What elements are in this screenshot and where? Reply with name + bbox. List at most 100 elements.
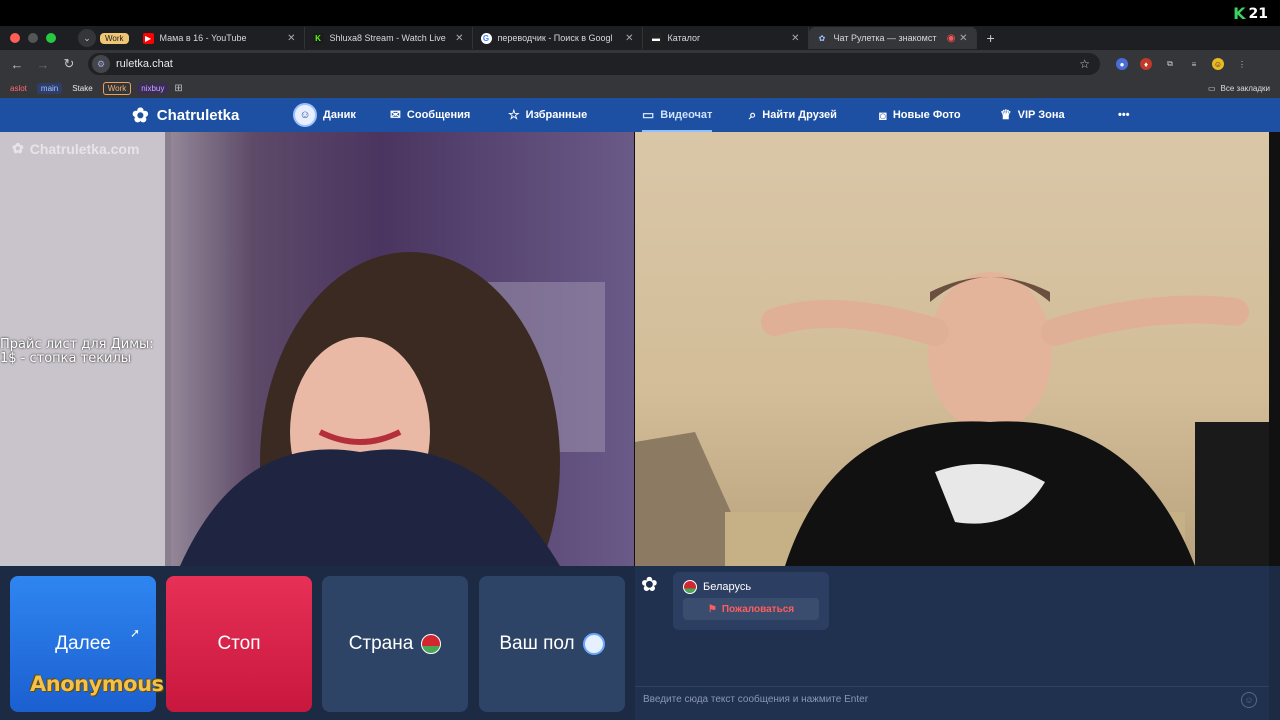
os-k-count: 21 bbox=[1248, 5, 1268, 22]
bookmark-work[interactable]: Work bbox=[102, 81, 132, 95]
video-camera-icon: ▭ bbox=[642, 107, 655, 122]
report-button[interactable]: ⚑ Пожаловаться bbox=[683, 598, 819, 620]
back-arrow-icon[interactable]: ← bbox=[4, 57, 30, 72]
tab-title: Мама в 16 - YouTube bbox=[159, 33, 247, 43]
country-button[interactable]: Страна bbox=[322, 576, 468, 712]
camera-icon: ◙ bbox=[879, 107, 887, 123]
close-icon[interactable]: ✕ bbox=[625, 33, 633, 44]
address-bar[interactable]: ⚙ ruletka.chat ☆ bbox=[88, 53, 1100, 75]
close-icon[interactable]: ✕ bbox=[791, 33, 799, 44]
url-text: ruletka.chat bbox=[116, 58, 173, 70]
google-icon: G bbox=[480, 32, 492, 44]
divider bbox=[635, 686, 1269, 687]
tab-search-chevron-icon[interactable]: ⌄ bbox=[78, 29, 96, 47]
nav-new-photos-label: Новые Фото bbox=[892, 109, 961, 121]
tab-group-label[interactable]: Work bbox=[100, 32, 129, 44]
country-button-label: Страна bbox=[348, 633, 414, 654]
site-logo[interactable]: ✿ Chatruletka bbox=[132, 103, 239, 128]
bookmark-star-icon[interactable]: ☆ bbox=[1079, 57, 1090, 71]
emoji-icon[interactable]: ☺ bbox=[1241, 692, 1257, 708]
nav-profile[interactable]: ☺ Даник bbox=[293, 98, 356, 132]
os-status: K 21 bbox=[1233, 4, 1268, 23]
nav-find-friends-label: Найти Друзей bbox=[762, 109, 837, 121]
next-button[interactable]: Далее ➚ Anonymous - 10 USD bbox=[10, 576, 269, 712]
partner-country: Беларусь bbox=[683, 580, 751, 594]
nav-videochat-label: Видеочат bbox=[660, 109, 713, 121]
extensions-area: ● ♦ ⧉ ≡ ☺ ⋮ bbox=[1116, 58, 1248, 70]
bookmark-main[interactable]: main bbox=[36, 82, 63, 94]
tab-youtube[interactable]: ▶ Мама в 16 - YouTube ✕ bbox=[135, 27, 305, 49]
close-window-button[interactable] bbox=[10, 33, 20, 43]
overlay-line: Прайс лист для Димы: bbox=[0, 337, 154, 352]
site-watermark: ✿ Chatruletka.com bbox=[12, 140, 139, 157]
local-video: ✿ Chatruletka.com Прайс лист для Димы: 1… bbox=[0, 132, 634, 566]
forward-arrow-icon[interactable]: → bbox=[30, 57, 56, 72]
site-info-icon[interactable]: ⚙ bbox=[92, 55, 110, 73]
bookmarks-bar: aslot main Stake Work nixbuy ⊞ ▭ Все зак… bbox=[0, 78, 1280, 98]
nav-favorites[interactable]: ☆ Избранные bbox=[508, 98, 587, 132]
nav-vip[interactable]: ♛ VIP Зона bbox=[1000, 98, 1065, 132]
menu-kebab-icon[interactable]: ⋮ bbox=[1236, 58, 1248, 70]
profile-avatar-icon[interactable]: ☺ bbox=[1212, 58, 1224, 70]
minimize-window-button[interactable] bbox=[28, 33, 38, 43]
close-icon[interactable]: ✕ bbox=[959, 33, 967, 44]
youtube-icon: ▶ bbox=[142, 32, 154, 44]
search-icon: ⌕ bbox=[749, 107, 757, 122]
nav-messages[interactable]: ✉ Сообщения bbox=[390, 98, 470, 132]
chatruletka-logo-icon: ✿ bbox=[641, 574, 658, 596]
maximize-window-button[interactable] bbox=[46, 33, 56, 43]
overlay-line: 1$ - стопка текилы bbox=[0, 351, 132, 366]
nav-profile-label: Даник bbox=[323, 109, 356, 121]
partner-video-scene bbox=[635, 272, 1269, 566]
nav-messages-label: Сообщения bbox=[406, 109, 471, 121]
nav-more-button[interactable]: ••• bbox=[1118, 98, 1130, 132]
nav-vip-label: VIP Зона bbox=[1017, 109, 1065, 121]
report-button-label: Пожаловаться bbox=[721, 603, 795, 615]
chatruletka-icon: ✿ bbox=[818, 33, 826, 43]
reading-list-icon[interactable]: ≡ bbox=[1188, 58, 1200, 70]
more-dots-icon: ••• bbox=[1118, 109, 1130, 121]
belarus-flag-icon bbox=[683, 580, 697, 594]
tab-title: Shluxa8 Stream - Watch Live bbox=[329, 33, 446, 43]
gender-button[interactable]: Ваш пол bbox=[479, 576, 625, 712]
chat-message-input[interactable]: Введите сюда текст сообщения и нажмите E… bbox=[643, 694, 868, 705]
avatar: ☺ bbox=[293, 103, 317, 127]
new-tab-button[interactable]: + bbox=[977, 30, 995, 46]
tab-kick-stream[interactable]: K Shluxa8 Stream - Watch Live ✕ bbox=[305, 27, 473, 49]
close-icon[interactable]: ✕ bbox=[287, 33, 295, 44]
close-icon[interactable]: ✕ bbox=[455, 33, 463, 44]
bookmark-stake[interactable]: Stake bbox=[68, 83, 96, 94]
nav-videochat[interactable]: ▭ Видеочат bbox=[642, 98, 713, 132]
apps-grid-icon[interactable]: ⊞ bbox=[174, 83, 182, 94]
chat-panel: ✿ Беларусь ⚑ Пожаловаться Введите сюда т… bbox=[635, 566, 1269, 720]
puzzle-icon[interactable]: ⧉ bbox=[1164, 58, 1176, 70]
all-bookmarks-label: Все закладки bbox=[1220, 83, 1270, 93]
tab-title: переводчик - Поиск в Googl bbox=[497, 33, 613, 43]
browser-tab-bar: ⌄ Work ▶ Мама в 16 - YouTube ✕ K Shluxa8… bbox=[0, 26, 1280, 50]
site-header: ✿ Chatruletka ☺ Даник ✉ Сообщения ☆ Избр… bbox=[0, 98, 1280, 132]
bookmark-nixbuy[interactable]: nixbuy bbox=[137, 82, 169, 94]
all-bookmarks-button[interactable]: ▭ Все закладки bbox=[1208, 84, 1270, 93]
tab-chatruletka[interactable]: ✿ Чат Рулетка — знакомст ◉ ✕ bbox=[808, 27, 977, 49]
chatruletka-logo-icon: ✿ bbox=[12, 140, 24, 156]
star-icon: ☆ bbox=[508, 107, 520, 122]
stop-button-label: Стоп bbox=[217, 633, 261, 654]
tab-google-search[interactable]: G переводчик - Поиск в Googl ✕ bbox=[473, 27, 643, 49]
nav-find-friends[interactable]: ⌕ Найти Друзей bbox=[749, 98, 837, 132]
stream-overlay-text: Прайс лист для Димы: 1$ - стопка текилы bbox=[0, 338, 154, 366]
extension-icon[interactable]: ♦ bbox=[1140, 58, 1152, 70]
watermark-text: Chatruletka.com bbox=[29, 140, 140, 157]
chatruletka-logo-icon: ✿ bbox=[132, 104, 149, 127]
mouse-cursor-icon: ➚ bbox=[130, 626, 141, 640]
nav-new-photos[interactable]: ◙ Новые Фото bbox=[879, 98, 961, 132]
extension-icon[interactable]: ● bbox=[1116, 58, 1128, 70]
brand-name: Chatruletka bbox=[156, 106, 240, 124]
bottom-panel: Далее ➚ Anonymous - 10 USD Стоп Страна В… bbox=[0, 566, 1280, 720]
gender-button-label: Ваш пол bbox=[499, 633, 575, 654]
partner-info-card: Беларусь ⚑ Пожаловаться bbox=[673, 572, 829, 630]
bookmark-aslot[interactable]: aslot bbox=[6, 83, 31, 94]
stop-button[interactable]: Стоп bbox=[166, 576, 312, 712]
crown-icon: ♛ bbox=[1000, 107, 1012, 122]
tab-catalog[interactable]: ▬ Каталог ✕ bbox=[643, 27, 809, 49]
reload-icon[interactable]: ↻ bbox=[56, 56, 82, 72]
